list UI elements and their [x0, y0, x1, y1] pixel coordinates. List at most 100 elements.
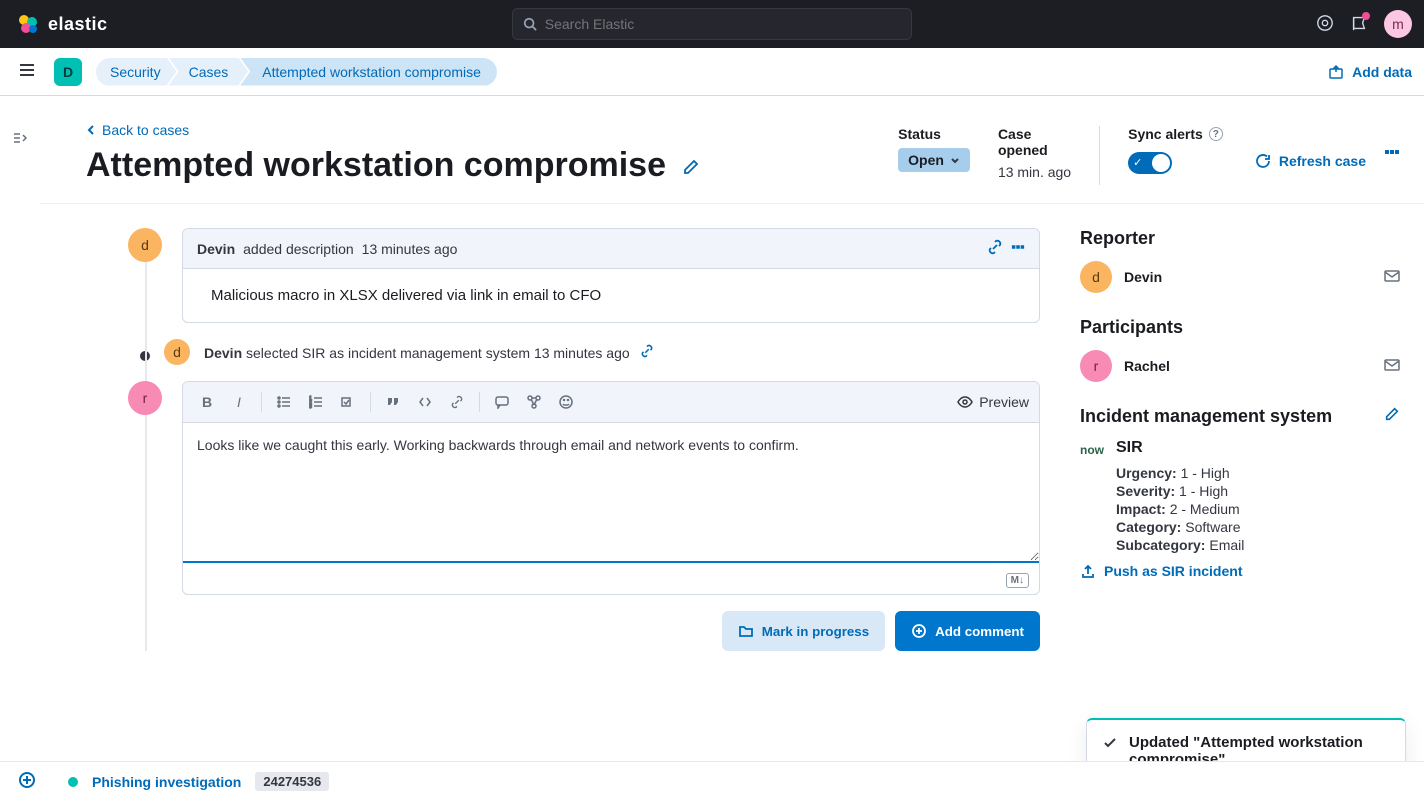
- timeline-link[interactable]: Phishing investigation: [92, 774, 241, 790]
- link-icon: [450, 395, 464, 409]
- side-column: Reporter d Devin Participants r Rach: [1080, 228, 1400, 651]
- mark-label: Mark in progress: [762, 624, 869, 639]
- sync-label: Sync alerts: [1128, 126, 1203, 142]
- list-ul-icon: [277, 395, 291, 409]
- eye-icon: [957, 394, 973, 410]
- add-timeline-button[interactable]: [18, 771, 36, 792]
- ims-urgency: Urgency: 1 - High: [1116, 465, 1244, 481]
- help-icon[interactable]: [1316, 14, 1334, 35]
- news-icon[interactable]: [1350, 14, 1368, 35]
- status-label: Status: [898, 126, 970, 142]
- toolbar-divider: [479, 392, 480, 412]
- comment-button[interactable]: [488, 388, 516, 416]
- refresh-label: Refresh case: [1279, 153, 1366, 169]
- global-search[interactable]: [512, 8, 912, 40]
- expand-rail-button[interactable]: [12, 130, 28, 731]
- add-data-icon: [1328, 64, 1344, 80]
- user-avatar[interactable]: m: [1384, 10, 1412, 38]
- chevron-left-icon: [86, 125, 96, 135]
- comment-actions: Mark in progress Add comment: [182, 611, 1040, 651]
- status-dropdown[interactable]: Open: [898, 148, 970, 172]
- sync-toggle[interactable]: ✓: [1128, 152, 1172, 174]
- card-menu-button[interactable]: [1011, 240, 1025, 257]
- case-actions-menu[interactable]: [1384, 144, 1400, 163]
- participants-section: Participants r Rachel: [1080, 317, 1400, 382]
- nav-toggle-button[interactable]: [12, 55, 42, 88]
- action-text: selected SIR as incident management syst…: [246, 345, 530, 361]
- ims-severity: Severity: 1 - High: [1116, 483, 1244, 499]
- boxes-icon: [1011, 240, 1025, 254]
- graph-button[interactable]: [520, 388, 548, 416]
- case-title-text: Attempted workstation compromise: [86, 146, 666, 185]
- ims-category: Category: Software: [1116, 519, 1244, 535]
- secondbar: D Security Cases Attempted workstation c…: [0, 48, 1424, 96]
- boxes-icon: [1384, 144, 1400, 160]
- main: Back to cases Attempted workstation comp…: [40, 96, 1424, 731]
- status-block: Status Open: [898, 126, 970, 172]
- body-row: d Devin added description 13 minutes ago: [40, 204, 1424, 651]
- push-label: Push as SIR incident: [1104, 563, 1242, 579]
- ol-button[interactable]: 123: [302, 388, 330, 416]
- avatar: r: [128, 381, 162, 415]
- mail-icon: [1384, 268, 1400, 284]
- breadcrumb-current: Attempted workstation compromise: [240, 58, 497, 86]
- reporter-name: Devin: [1124, 269, 1162, 285]
- opened-block: Case opened 13 min. ago: [998, 126, 1071, 180]
- case-title: Attempted workstation compromise: [86, 146, 866, 185]
- plus-circle-icon: [911, 623, 927, 639]
- folder-icon: [738, 623, 754, 639]
- left-rail: [0, 96, 40, 731]
- breadcrumbs: Security Cases Attempted workstation com…: [96, 58, 497, 86]
- search-input[interactable]: [545, 16, 901, 32]
- quote-button[interactable]: [379, 388, 407, 416]
- reporter-heading: Reporter: [1080, 228, 1400, 249]
- time-text: 13 minutes ago: [362, 241, 458, 257]
- avatar: d: [128, 228, 162, 262]
- pencil-icon: [1384, 406, 1400, 422]
- add-comment-button[interactable]: Add comment: [895, 611, 1040, 651]
- layout: Back to cases Attempted workstation comp…: [0, 96, 1424, 731]
- avatar: r: [1080, 350, 1112, 382]
- italic-button[interactable]: I: [225, 388, 253, 416]
- emoji-button[interactable]: [552, 388, 580, 416]
- ul-button[interactable]: [270, 388, 298, 416]
- brand-name: elastic: [48, 14, 108, 35]
- plus-circle-icon: [18, 771, 36, 789]
- comment-editor: B I 123: [182, 381, 1040, 595]
- timeline: d Devin added description 13 minutes ago: [86, 228, 1040, 651]
- refresh-case-button[interactable]: Refresh case: [1255, 153, 1366, 169]
- time-text: 13 minutes ago: [534, 345, 630, 361]
- copy-link-button[interactable]: [640, 345, 654, 361]
- mark-in-progress-button[interactable]: Mark in progress: [722, 611, 885, 651]
- header-actions: Refresh case: [1255, 122, 1400, 185]
- toolbar-divider: [261, 392, 262, 412]
- breadcrumb-cases[interactable]: Cases: [169, 58, 249, 86]
- reporter-section: Reporter d Devin: [1080, 228, 1400, 293]
- comment-icon: [495, 395, 509, 409]
- brand-logo[interactable]: elastic: [16, 12, 108, 36]
- email-reporter-button[interactable]: [1384, 268, 1400, 287]
- push-incident-button[interactable]: Push as SIR incident: [1080, 563, 1242, 579]
- quote-icon: [386, 395, 400, 409]
- add-data-button[interactable]: Add data: [1328, 64, 1412, 80]
- copy-link-button[interactable]: [987, 239, 1003, 258]
- timeline-item-description: d Devin added description 13 minutes ago: [86, 228, 1040, 323]
- breadcrumb-security[interactable]: Security: [96, 58, 177, 86]
- code-icon: [418, 395, 432, 409]
- comment-textarea[interactable]: [183, 423, 1039, 563]
- space-selector[interactable]: D: [54, 58, 82, 86]
- edit-ims-button[interactable]: [1384, 406, 1400, 427]
- ims-block: now SIR Urgency: 1 - High Severity: 1 - …: [1080, 439, 1400, 555]
- email-participant-button[interactable]: [1384, 357, 1400, 376]
- code-button[interactable]: [411, 388, 439, 416]
- top-icons: m: [1316, 10, 1412, 38]
- preview-button[interactable]: Preview: [957, 394, 1029, 410]
- link-button[interactable]: [443, 388, 471, 416]
- timeline-item-event: d Devin selected SIR as incident managem…: [86, 339, 1040, 365]
- topbar: elastic m: [0, 0, 1424, 48]
- edit-title-button[interactable]: [682, 146, 700, 185]
- back-to-cases-link[interactable]: Back to cases: [86, 122, 189, 138]
- checklist-button[interactable]: [334, 388, 362, 416]
- bold-button[interactable]: B: [193, 388, 221, 416]
- sync-help-icon[interactable]: ?: [1209, 127, 1223, 141]
